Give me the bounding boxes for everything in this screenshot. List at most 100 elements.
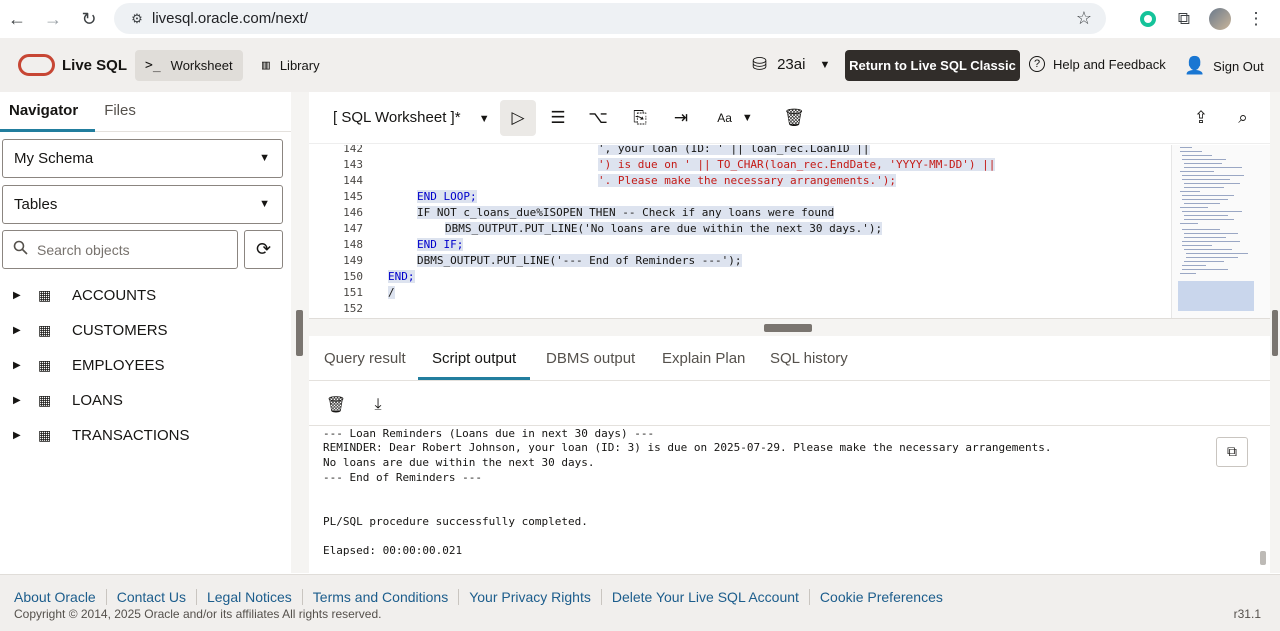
code-text[interactable]: '. Please make the necessary arrangement… [598, 174, 897, 187]
scrollbar-thumb[interactable] [1260, 551, 1266, 565]
tab-explain-plan[interactable]: Explain Plan [662, 350, 745, 367]
code-line[interactable]: 143 ') is due on ' || TO_CHAR(loan_rec.E… [309, 158, 1169, 174]
reload-icon[interactable]: ↻ [72, 2, 106, 36]
address-bar[interactable]: ⚙ livesql.oracle.com/next/ ☆ [114, 3, 1106, 34]
schema-select[interactable]: My Schema ▼ [2, 139, 283, 178]
line-number: 149 [343, 254, 363, 267]
search-objects-input[interactable] [37, 241, 227, 258]
run-script-button[interactable]: ☰ [540, 100, 576, 136]
output-tabs: Query result Script output DBMS output E… [309, 336, 1270, 381]
tab-navigator[interactable]: Navigator [0, 92, 96, 132]
user-icon: 👤 [1184, 56, 1206, 75]
explain-plan-button[interactable]: ⌥ [580, 100, 616, 136]
code-text[interactable]: IF NOT c_loans_due%ISOPEN THEN -- Check … [417, 206, 835, 219]
footer-link-legal-notices[interactable]: Legal Notices [197, 589, 303, 605]
bookmark-star-icon[interactable]: ☆ [1076, 8, 1092, 29]
download-output-button[interactable]: ⤓ [365, 392, 391, 418]
library-icon: ▥ [262, 58, 270, 73]
copy-output-button[interactable]: ⧉ [1216, 437, 1248, 467]
code-editor[interactable]: 142 ', your loan (ID: ' || loan_rec.Loan… [309, 145, 1270, 318]
splitter-grip[interactable] [764, 324, 812, 332]
minimap-viewport[interactable] [1178, 281, 1254, 311]
code-text[interactable]: END; [388, 270, 415, 283]
oracle-logo-icon[interactable] [18, 54, 55, 76]
code-line[interactable]: 142 ', your loan (ID: ' || loan_rec.Loan… [309, 145, 1169, 158]
tree-item-employees[interactable]: ▶ ▦ EMPLOYEES [0, 348, 291, 383]
code-line[interactable]: 149 DBMS_OUTPUT.PUT_LINE('--- End of Rem… [309, 254, 1169, 270]
code-line[interactable]: 146 IF NOT c_loans_due%ISOPEN THEN -- Ch… [309, 206, 1169, 222]
clear-button[interactable]: 🗑 [776, 100, 812, 136]
profile-avatar[interactable] [1206, 5, 1234, 33]
back-icon[interactable]: ← [0, 2, 34, 36]
code-line[interactable]: 151 / [309, 286, 1169, 302]
tab-worksheet[interactable]: >_ Worksheet [135, 50, 243, 81]
autotrace-button[interactable]: ⎘ [622, 100, 658, 136]
code-line[interactable]: 145 END LOOP; [309, 190, 1169, 206]
code-text[interactable]: DBMS_OUTPUT.PUT_LINE('--- End of Reminde… [417, 254, 742, 267]
expand-icon[interactable]: ▶ [13, 360, 30, 371]
script-output-content[interactable]: --- Loan Reminders (Loans due in next 30… [309, 427, 1270, 573]
footer-link-delete-account[interactable]: Delete Your Live SQL Account [602, 589, 810, 605]
find-replace-button[interactable]: ⌕ [1225, 100, 1261, 136]
footer-link-privacy-rights[interactable]: Your Privacy Rights [459, 589, 602, 605]
share-button[interactable]: ⇪ [1183, 100, 1219, 136]
grammarly-icon[interactable] [1134, 5, 1162, 33]
code-line[interactable]: 148 END IF; [309, 238, 1169, 254]
forward-icon[interactable]: → [36, 2, 70, 36]
url-text[interactable]: livesql.oracle.com/next/ [152, 10, 308, 27]
tree-item-loans[interactable]: ▶ ▦ LOANS [0, 383, 291, 418]
font-size-select[interactable]: Aa ▼ [709, 100, 761, 136]
footer-link-cookie-preferences[interactable]: Cookie Preferences [810, 589, 953, 605]
expand-icon[interactable]: ▶ [13, 325, 30, 336]
app-title[interactable]: Live SQL [62, 57, 127, 74]
run-statement-button[interactable]: ▷ [500, 100, 536, 136]
browser-menu-icon[interactable]: ⋮ [1242, 5, 1270, 33]
return-to-classic-button[interactable]: Return to Live SQL Classic [845, 50, 1020, 81]
refresh-button[interactable]: ⟳ [244, 230, 283, 269]
code-text[interactable]: END IF; [417, 238, 464, 251]
expand-icon[interactable]: ▶ [13, 430, 30, 441]
code-text[interactable]: ') is due on ' || TO_CHAR(loan_rec.EndDa… [598, 158, 996, 171]
help-feedback-link[interactable]: ? Help and Feedback [1029, 56, 1166, 72]
expand-icon[interactable]: ▶ [13, 395, 30, 406]
splitter-grip[interactable] [1272, 310, 1278, 356]
clear-output-button[interactable]: 🗑 [323, 392, 349, 418]
refresh-icon: ⟳ [255, 239, 272, 259]
navigator-splitter[interactable] [291, 92, 309, 573]
editor-minimap[interactable] [1171, 145, 1270, 318]
output-scrollbar[interactable] [1259, 427, 1267, 573]
format-button[interactable]: ⇥ [663, 100, 699, 136]
tab-library[interactable]: ▥ Library [252, 50, 330, 81]
search-objects-field[interactable] [2, 230, 238, 269]
worksheet-title-select[interactable]: [ SQL Worksheet ]* ▼ [333, 109, 490, 126]
footer-link-about-oracle[interactable]: About Oracle [4, 589, 107, 605]
tree-item-accounts[interactable]: ▶ ▦ ACCOUNTS [0, 278, 291, 313]
tab-sql-history[interactable]: SQL history [770, 350, 848, 367]
tab-script-output[interactable]: Script output [417, 350, 531, 380]
site-settings-icon[interactable]: ⚙ [122, 11, 152, 27]
code-line[interactable]: 147 DBMS_OUTPUT.PUT_LINE('No loans are d… [309, 222, 1169, 238]
code-text[interactable]: / [388, 286, 395, 299]
tab-query-result[interactable]: Query result [324, 350, 406, 367]
expand-icon[interactable]: ▶ [13, 290, 30, 301]
footer-link-contact-us[interactable]: Contact Us [107, 589, 197, 605]
tab-files[interactable]: Files [95, 92, 145, 131]
editor-output-splitter[interactable] [309, 318, 1270, 336]
right-splitter[interactable] [1270, 92, 1280, 573]
tree-item-customers[interactable]: ▶ ▦ CUSTOMERS [0, 313, 291, 348]
tab-dbms-output[interactable]: DBMS output [546, 350, 635, 367]
sign-out-link[interactable]: 👤 Sign Out [1184, 56, 1264, 76]
code-text[interactable]: END LOOP; [417, 190, 477, 203]
code-line[interactable]: 150 END; [309, 270, 1169, 286]
database-version-select[interactable]: ⛁ 23ai ▼ [752, 54, 830, 75]
object-type-select[interactable]: Tables ▼ [2, 185, 283, 224]
tree-item-transactions[interactable]: ▶ ▦ TRANSACTIONS [0, 418, 291, 453]
code-line[interactable]: 152 [309, 302, 1169, 318]
code-text[interactable]: DBMS_OUTPUT.PUT_LINE('No loans are due w… [445, 222, 883, 235]
extensions-icon[interactable]: ⧉ [1170, 5, 1198, 33]
code-text[interactable]: ', your loan (ID: ' || loan_rec.LoanID |… [598, 145, 870, 155]
footer-link-terms[interactable]: Terms and Conditions [303, 589, 460, 605]
splitter-grip[interactable] [296, 310, 303, 356]
code-line[interactable]: 144 '. Please make the necessary arrange… [309, 174, 1169, 190]
play-icon: ▷ [511, 108, 525, 127]
